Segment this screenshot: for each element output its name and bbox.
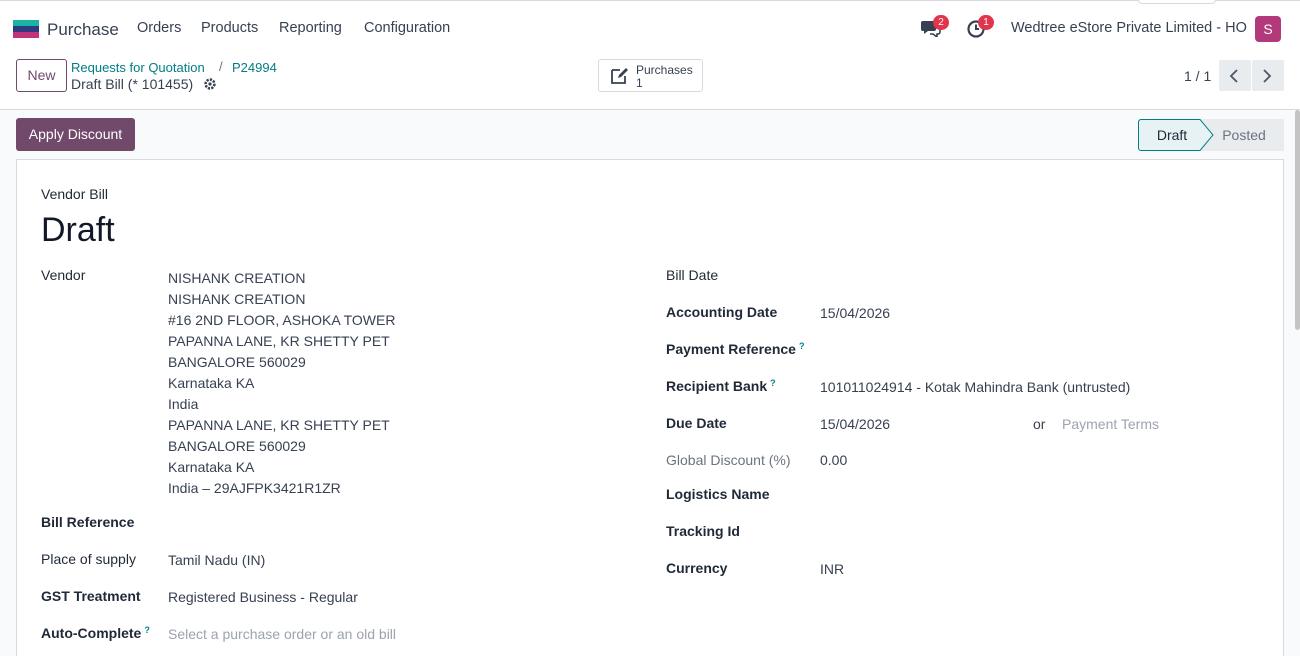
bill-reference-label: Bill Reference <box>41 514 135 530</box>
recipient-bank-label: Recipient Bank? <box>666 378 776 394</box>
apply-discount-button[interactable]: Apply Discount <box>16 118 135 151</box>
pager-next-button[interactable] <box>1252 60 1284 91</box>
status-draft[interactable]: Draft <box>1138 119 1214 151</box>
vendor-address-line: Karnataka KA <box>168 375 255 391</box>
vendor-address-line: Karnataka KA <box>168 459 255 475</box>
apps-logo-icon[interactable] <box>13 20 39 38</box>
payment-reference-label: Payment Reference? <box>666 341 804 357</box>
gst-treatment-field[interactable]: Registered Business - Regular <box>168 589 358 605</box>
auto-complete-label: Auto-Complete? <box>41 625 150 641</box>
vendor-address-line: BANGALORE 560029 <box>168 438 306 454</box>
smart-button-label: Purchases <box>636 63 693 77</box>
vendor-address-line: PAPANNA LANE, KR SHETTY PET <box>168 417 390 433</box>
vendor-address-line: NISHANK CREATION <box>168 270 306 286</box>
messages-badge: 2 <box>933 15 949 30</box>
currency-field[interactable]: INR <box>820 561 844 577</box>
document-type: Vendor Bill <box>41 186 108 202</box>
help-icon[interactable]: ? <box>770 378 776 388</box>
tracking-id-label: Tracking Id <box>666 523 740 539</box>
recipient-bank-field[interactable]: 101011024914 - Kotak Mahindra Bank (untr… <box>820 379 1130 395</box>
place-of-supply-label: Place of supply <box>41 551 136 567</box>
pager-value[interactable]: 1 / 1 <box>1184 68 1211 84</box>
payment-terms-input[interactable]: Payment Terms <box>1062 416 1159 432</box>
breadcrumb-current: Draft Bill (* 101455) <box>71 76 194 92</box>
edit-icon <box>611 68 628 84</box>
top-navbar: Purchase Orders Products Reporting Confi… <box>0 0 1300 56</box>
corner-tab <box>1138 0 1216 4</box>
help-icon[interactable]: ? <box>799 341 805 351</box>
global-discount-field[interactable]: 0.00 <box>820 452 847 468</box>
or-text: or <box>1033 416 1046 432</box>
page-scrollbar[interactable] <box>1295 110 1300 330</box>
vendor-address-line: NISHANK CREATION <box>168 291 306 307</box>
auto-complete-label-text: Auto-Complete <box>41 625 142 641</box>
breadcrumb-rfq[interactable]: Requests for Quotation <box>71 60 205 75</box>
global-discount-label: Global Discount (%) <box>666 452 791 468</box>
vendor-address-line: BANGALORE 560029 <box>168 354 306 370</box>
vendor-address-line: India – 29AJFPK3421R1ZR <box>168 480 341 496</box>
menu-products[interactable]: Products <box>201 20 258 36</box>
control-panel: New Requests for Quotation / P24994 Draf… <box>0 56 1300 110</box>
app-name[interactable]: Purchase <box>47 20 119 40</box>
accounting-date-field[interactable]: 15/04/2026 <box>820 305 890 321</box>
status-draft-label: Draft <box>1157 127 1187 143</box>
messages-button[interactable]: 2 <box>921 15 949 41</box>
activities-badge: 1 <box>978 15 994 30</box>
activities-button[interactable]: 1 <box>966 15 994 41</box>
company-switcher[interactable]: Wedtree eStore Private Limited - HO <box>1011 20 1247 36</box>
due-date-label: Due Date <box>666 415 727 431</box>
pager-previous-button[interactable] <box>1219 60 1251 91</box>
document-name: Draft <box>41 211 115 249</box>
breadcrumb-po[interactable]: P24994 <box>232 60 277 75</box>
user-avatar[interactable]: S <box>1255 16 1281 42</box>
help-icon[interactable]: ? <box>144 625 150 635</box>
place-of-supply-field[interactable]: Tamil Nadu (IN) <box>168 552 265 568</box>
menu-orders[interactable]: Orders <box>137 20 181 36</box>
bill-date-label: Bill Date <box>666 267 719 283</box>
logistics-name-label: Logistics Name <box>666 486 770 502</box>
menu-configuration[interactable]: Configuration <box>364 20 450 36</box>
smart-button-count: 1 <box>636 76 643 90</box>
chevron-left-icon <box>1229 69 1238 83</box>
recipient-bank-label-text: Recipient Bank <box>666 378 768 394</box>
payment-reference-label-text: Payment Reference <box>666 341 796 357</box>
auto-complete-input[interactable]: Select a purchase order or an old bill <box>168 626 396 642</box>
menu-reporting[interactable]: Reporting <box>279 20 342 36</box>
gear-icon[interactable] <box>203 77 217 91</box>
accounting-date-label: Accounting Date <box>666 304 778 320</box>
purchases-smart-button[interactable]: Purchases 1 <box>598 59 703 92</box>
status-posted-label: Posted <box>1222 127 1266 143</box>
due-date-field[interactable]: 15/04/2026 <box>820 416 890 432</box>
currency-label: Currency <box>666 560 728 576</box>
vendor-address-line: #16 2ND FLOOR, ASHOKA TOWER <box>168 312 396 328</box>
vendor-address[interactable]: NISHANK CREATION NISHANK CREATION #16 2N… <box>168 268 395 499</box>
chevron-right-icon <box>1263 69 1272 83</box>
breadcrumb-separator: / <box>219 59 223 74</box>
vendor-address-line: PAPANNA LANE, KR SHETTY PET <box>168 333 390 349</box>
vendor-label: Vendor <box>41 267 86 283</box>
new-button[interactable]: New <box>16 59 67 92</box>
gst-treatment-label: GST Treatment <box>41 588 141 604</box>
vendor-address-line: India <box>168 396 199 412</box>
